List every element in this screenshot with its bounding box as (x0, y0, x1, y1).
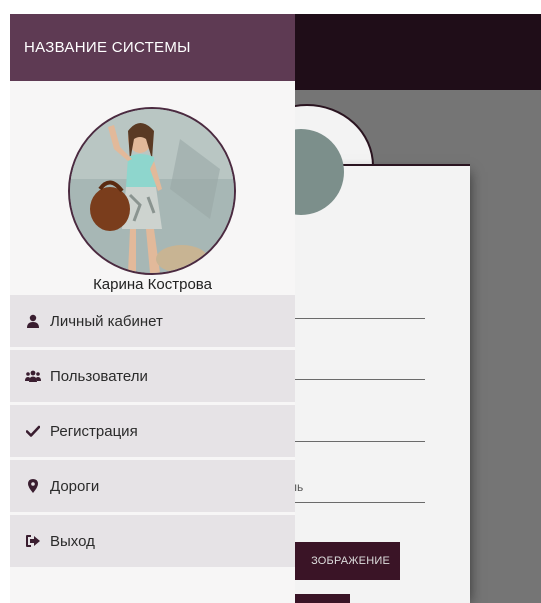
system-title: НАЗВАНИЕ СИСТЕМЫ (24, 39, 191, 56)
sidebar-item-registration[interactable]: Регистрация (10, 405, 295, 457)
sidebar-item-label: Личный кабинет (50, 312, 163, 330)
sidebar-item-roads[interactable]: Дороги (10, 460, 295, 512)
avatar[interactable] (68, 107, 236, 275)
upload-image-button[interactable]: ЗОБРАЖЕНИЕ (280, 542, 400, 580)
form-field-line[interactable] (290, 502, 425, 503)
sidebar-item-users[interactable]: Пользователи (10, 350, 295, 402)
user-name: Карина Кострова (93, 276, 212, 293)
sidebar-item-label: Пользователи (50, 367, 148, 385)
sign-out-icon (24, 532, 42, 550)
map-marker-icon (24, 477, 42, 495)
user-icon (24, 312, 42, 330)
users-icon (24, 367, 42, 385)
avatar-photo (70, 109, 234, 273)
sidebar-menu: Личный кабинет Пользователи Регистрация … (10, 295, 295, 570)
sidebar-item-label: Дороги (50, 477, 100, 495)
form-field-line[interactable] (290, 379, 425, 380)
drawer-header: НАЗВАНИЕ СИСТЕМЫ (10, 14, 295, 81)
form-field-line[interactable] (290, 318, 425, 319)
sidebar-item-label: Регистрация (50, 422, 138, 440)
sidebar-item-label: Выход (50, 532, 95, 550)
navigation-drawer: НАЗВАНИЕ СИСТЕМЫ Карина Кострова Личный … (10, 14, 295, 603)
sidebar-item-logout[interactable]: Выход (10, 515, 295, 567)
sidebar-item-profile[interactable]: Личный кабинет (10, 295, 295, 347)
form-field-line[interactable] (290, 441, 425, 442)
user-profile: Карина Кострова (10, 81, 295, 295)
check-icon (24, 422, 42, 440)
